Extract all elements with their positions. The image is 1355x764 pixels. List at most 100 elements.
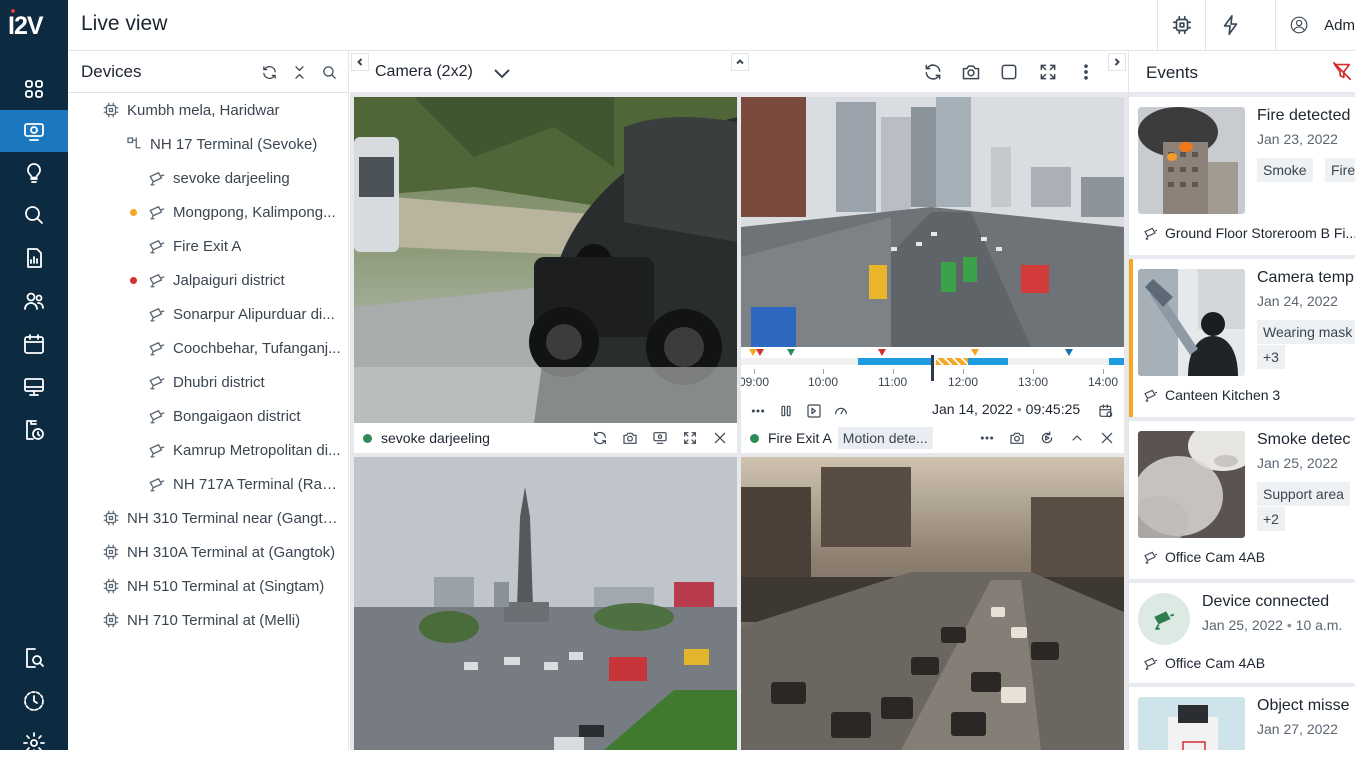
camera-icon xyxy=(148,237,173,255)
collapse-left-icon[interactable] xyxy=(351,53,369,71)
timeline-tick xyxy=(823,369,824,374)
speed-icon[interactable] xyxy=(831,401,851,421)
event-card[interactable]: Smoke detec Jan 25, 2022 Support area +2… xyxy=(1129,421,1355,579)
event-location-text: Canteen Kitchen 3 xyxy=(1165,387,1281,403)
camera-toolbar: Camera (2x2) xyxy=(350,51,1128,93)
camera-tile-4[interactable] xyxy=(741,457,1124,750)
device-label: NH 710 Terminal at (Melli) xyxy=(127,611,301,629)
refresh-icon[interactable] xyxy=(590,428,610,448)
device-tree-item[interactable]: Mongpong, Kalimpong... xyxy=(148,195,336,229)
timeline-event-marker xyxy=(878,349,886,356)
device-tree-item[interactable]: Dhubri district xyxy=(148,365,265,399)
live-view-icon[interactable] xyxy=(0,110,68,152)
timeline-event-marker xyxy=(787,349,795,356)
device-tree-item[interactable]: Kumbh mela, Haridwar xyxy=(102,93,280,127)
camera-icon[interactable] xyxy=(960,61,982,83)
calendar-clock-icon[interactable] xyxy=(1096,401,1116,421)
history-icon[interactable] xyxy=(0,409,68,451)
playback-icon[interactable] xyxy=(1037,428,1057,448)
device-tree-item[interactable]: NH 310A Terminal at (Gangtok) xyxy=(102,535,335,569)
playback-time: 09:45:25 xyxy=(1025,401,1081,417)
monitor-icon[interactable] xyxy=(0,366,68,408)
device-label: NH 510 Terminal at (Singtam) xyxy=(127,577,325,595)
collapse-all-icon[interactable] xyxy=(288,61,310,83)
close-icon[interactable] xyxy=(1097,428,1117,448)
device-tree-item[interactable]: sevoke darjeeling xyxy=(148,161,290,195)
devices-title: Devices xyxy=(81,61,142,81)
grid-icon[interactable] xyxy=(0,68,68,110)
more-tags-badge[interactable]: +2 xyxy=(1257,507,1285,531)
device-label: Kumbh mela, Haridwar xyxy=(127,101,280,119)
filter-off-icon[interactable] xyxy=(1331,60,1353,87)
camera-tile-2[interactable]: 09:00 10:00 11:00 12:00 13:00 14:00 Jan 14, 2… xyxy=(741,97,1124,453)
snapshot-icon[interactable] xyxy=(620,428,640,448)
device-tree-item[interactable]: Fire Exit A xyxy=(148,229,241,263)
lightning-icon[interactable] xyxy=(1205,0,1255,50)
event-tag: Support area xyxy=(1257,482,1350,506)
device-tree-item[interactable]: Sonarpur Alipurduar di... xyxy=(148,297,335,331)
device-tree-item[interactable]: Kamrup Metropolitan di... xyxy=(148,433,341,467)
event-tag: Wearing mask xyxy=(1257,320,1355,344)
fullscreen-icon[interactable] xyxy=(680,428,700,448)
collapse-up-icon[interactable] xyxy=(731,53,749,71)
fullscreen-icon[interactable] xyxy=(1037,61,1059,83)
playback-timeline[interactable]: 09:00 10:00 11:00 12:00 13:00 14:00 Jan 14, 2… xyxy=(741,347,1124,424)
calendar-icon[interactable] xyxy=(0,323,68,365)
user-menu[interactable]: Adm xyxy=(1275,0,1355,50)
step-forward-icon[interactable] xyxy=(804,401,824,421)
refresh-icon[interactable] xyxy=(922,61,944,83)
report-icon[interactable] xyxy=(0,237,68,279)
device-tree-item[interactable]: NH 510 Terminal at (Singtam) xyxy=(102,569,324,603)
device-tree-item[interactable]: NH 17 Terminal (Sevoke) xyxy=(125,127,317,161)
events-header: Events xyxy=(1129,51,1355,93)
chevron-down-icon[interactable] xyxy=(493,65,511,86)
more-horizontal-icon[interactable] xyxy=(977,428,997,448)
timeline-label: 09:00 xyxy=(741,375,770,389)
camera-icon xyxy=(148,271,173,289)
event-card[interactable]: Object misse Jan 27, 2022 xyxy=(1129,687,1355,750)
more-horizontal-icon[interactable] xyxy=(748,401,768,421)
camera-icon xyxy=(148,407,173,425)
bulb-icon[interactable] xyxy=(0,152,68,194)
event-title: Device connected xyxy=(1202,593,1330,610)
layout-title[interactable]: Camera (2x2) xyxy=(375,63,473,81)
more-vertical-icon[interactable] xyxy=(1075,61,1097,83)
event-card[interactable]: Fire detected Jan 23, 2022 Smoke Fire Gr… xyxy=(1129,97,1355,255)
settings-icon[interactable] xyxy=(0,722,68,764)
clock-icon[interactable] xyxy=(0,680,68,722)
chevron-up-icon[interactable] xyxy=(1067,428,1087,448)
snapshot-icon[interactable] xyxy=(1007,428,1027,448)
users-icon[interactable] xyxy=(0,280,68,322)
device-tree-item[interactable]: NH 717A Terminal (Rani... xyxy=(148,467,343,501)
pause-icon[interactable] xyxy=(776,401,796,421)
device-connected-icon xyxy=(1138,593,1190,645)
site-icon xyxy=(102,577,127,595)
event-thumbnail xyxy=(1138,269,1245,376)
collapse-right-icon[interactable] xyxy=(1108,53,1126,71)
event-date: Jan 25, 2022 xyxy=(1257,455,1338,471)
monitor-icon[interactable] xyxy=(650,428,670,448)
investigate-icon[interactable] xyxy=(0,637,68,679)
close-icon[interactable] xyxy=(710,428,730,448)
more-tags-badge[interactable]: +3 xyxy=(1257,345,1285,369)
device-tree-item[interactable]: Coochbehar, Tufanganj... xyxy=(148,331,341,365)
site-icon xyxy=(102,611,127,629)
device-label: NH 17 Terminal (Sevoke) xyxy=(150,135,318,153)
timeline-event-marker xyxy=(1065,349,1073,356)
search-icon[interactable] xyxy=(318,61,340,83)
device-label: Fire Exit A xyxy=(173,237,242,255)
chip-icon[interactable] xyxy=(1157,0,1205,50)
square-icon[interactable] xyxy=(998,61,1020,83)
camera-tile-3[interactable] xyxy=(354,457,737,750)
event-card[interactable]: Device connected Jan 25, 2022 • 10 a.m. … xyxy=(1129,583,1355,683)
device-tree-item[interactable]: Bongaigaon district xyxy=(148,399,301,433)
camera-icon xyxy=(148,339,173,357)
camera-tile-1[interactable]: sevoke darjeeling xyxy=(354,97,737,453)
search-icon[interactable] xyxy=(0,194,68,236)
event-card[interactable]: Camera temp Jan 24, 2022 Wearing mask +3… xyxy=(1129,259,1355,417)
device-tree-item[interactable]: NH 310 Terminal near (Gangtok) xyxy=(102,501,343,535)
device-tree-item[interactable]: Jalpaiguri district xyxy=(148,263,285,297)
refresh-icon[interactable] xyxy=(258,61,280,83)
device-tree-item[interactable]: NH 710 Terminal at (Melli) xyxy=(102,603,300,637)
event-thumbnail xyxy=(1138,431,1245,538)
